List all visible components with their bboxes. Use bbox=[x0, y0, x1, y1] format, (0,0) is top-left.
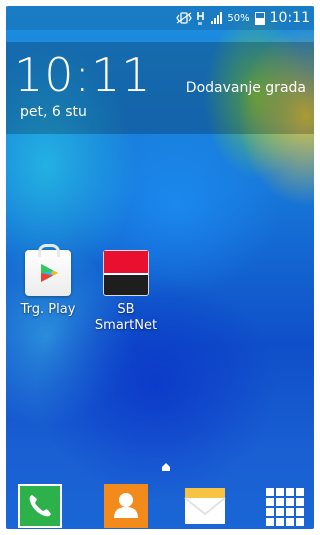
phone-icon bbox=[29, 495, 51, 517]
clock-weather-widget[interactable]: 10:11 pet, 6 stu Dodavanje grada bbox=[6, 42, 314, 134]
dock-messages-button[interactable] bbox=[182, 484, 226, 528]
battery-percent: 50% bbox=[227, 12, 250, 24]
dock-phone-button[interactable] bbox=[18, 484, 62, 528]
device-frame: 50% 10:11 10:11 pet, 6 stu Dodavanje gra… bbox=[0, 0, 320, 535]
mute-vibrate-icon bbox=[176, 12, 193, 24]
network-h-icon bbox=[197, 12, 205, 25]
add-city-button[interactable]: Dodavanje grada bbox=[186, 80, 306, 96]
battery-icon bbox=[254, 11, 265, 25]
app-play-store[interactable]: Trg. Play bbox=[8, 244, 88, 318]
status-time: 10:11 bbox=[269, 10, 310, 26]
play-store-icon bbox=[25, 244, 71, 296]
signal-icon bbox=[211, 12, 223, 24]
home-page-indicator bbox=[162, 456, 170, 471]
status-icons: 50% 10:11 bbox=[176, 6, 310, 30]
sb-smartnet-icon bbox=[103, 250, 149, 296]
dock-contacts-button[interactable] bbox=[104, 484, 148, 528]
widget-date: pet, 6 stu bbox=[20, 104, 87, 120]
dock-apps-button[interactable] bbox=[262, 484, 306, 528]
app-label: Trg. Play bbox=[20, 302, 76, 317]
home-dot-icon bbox=[162, 463, 170, 471]
status-bar[interactable]: 50% 10:11 bbox=[6, 6, 314, 30]
messages-icon bbox=[184, 488, 226, 524]
apps-grid-icon bbox=[266, 488, 304, 526]
app-label: SB SmartNet bbox=[94, 302, 158, 333]
contacts-icon bbox=[114, 493, 138, 518]
app-sb-smartnet[interactable]: SB SmartNet bbox=[88, 250, 164, 334]
widget-clock-time: 10:11 bbox=[14, 48, 152, 102]
home-screen: 50% 10:11 10:11 pet, 6 stu Dodavanje gra… bbox=[6, 6, 314, 529]
